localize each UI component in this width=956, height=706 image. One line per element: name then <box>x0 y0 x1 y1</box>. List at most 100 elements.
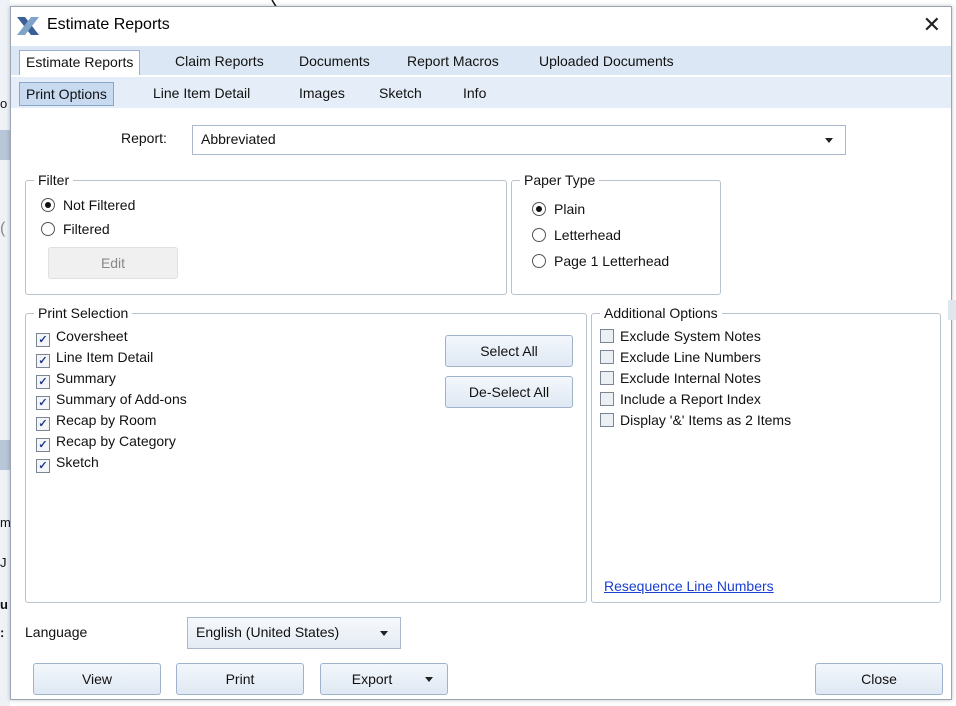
checkbox-label: Summary <box>56 370 116 386</box>
checkbox-checked-icon: ✓ <box>36 396 50 410</box>
tab-uploaded-documents[interactable]: Uploaded Documents <box>533 50 680 72</box>
checkbox-exclude-system-notes[interactable]: Exclude System Notes <box>600 326 761 346</box>
export-label: Export <box>351 671 393 687</box>
xactimate-logo-icon <box>17 17 39 35</box>
radio-label: Filtered <box>63 221 110 237</box>
window-title: Estimate Reports <box>47 16 170 33</box>
background-text: : <box>0 625 5 640</box>
checkbox-label: Exclude Internal Notes <box>620 370 761 386</box>
select-all-button[interactable]: Select All <box>445 335 573 367</box>
tab-images[interactable]: Images <box>293 82 351 104</box>
radio-selected-icon <box>41 198 55 212</box>
checkbox-label: Recap by Category <box>56 433 176 449</box>
radio-label: Plain <box>554 201 586 217</box>
tab-report-macros[interactable]: Report Macros <box>401 50 505 72</box>
close-window-icon[interactable]: ✕ <box>923 13 941 37</box>
radio-unselected-icon <box>532 254 546 268</box>
checkbox-label: Exclude Line Numbers <box>620 349 761 365</box>
checkbox-checked-icon: ✓ <box>36 354 50 368</box>
background-text: u <box>0 597 8 612</box>
title-bar: Estimate Reports ✕ <box>11 7 951 45</box>
checkbox-label: Coversheet <box>56 328 128 344</box>
checkbox-recap-by-category[interactable]: ✓ Recap by Category <box>36 431 176 452</box>
tab-documents[interactable]: Documents <box>293 50 376 72</box>
checkbox-display-ampersand-items[interactable]: Display '&' Items as 2 Items <box>600 410 791 430</box>
checkbox-summary-of-addons[interactable]: ✓ Summary of Add-ons <box>36 389 187 410</box>
radio-letterhead[interactable]: Letterhead <box>532 225 621 245</box>
checkbox-line-item-detail[interactable]: ✓ Line Item Detail <box>36 347 153 368</box>
checkbox-exclude-line-numbers[interactable]: Exclude Line Numbers <box>600 347 761 367</box>
tab-claim-reports[interactable]: Claim Reports <box>169 50 270 72</box>
radio-filtered[interactable]: Filtered <box>41 219 110 239</box>
checkbox-label: Summary of Add-ons <box>56 391 187 407</box>
tab-print-options[interactable]: Print Options <box>19 82 114 106</box>
checkbox-checked-icon: ✓ <box>36 375 50 389</box>
background-text: J <box>0 555 7 570</box>
report-dropdown-value: Abbreviated <box>201 131 276 147</box>
background-text: o <box>0 96 8 111</box>
checkbox-coversheet[interactable]: ✓ Coversheet <box>36 326 128 347</box>
print-selection-legend: Print Selection <box>34 305 133 321</box>
primary-tab-bar: Estimate Reports Claim Reports Documents… <box>11 46 951 75</box>
paper-type-legend: Paper Type <box>520 172 600 188</box>
language-label: Language <box>25 624 88 640</box>
export-button[interactable]: Export <box>320 663 448 695</box>
tab-estimate-reports[interactable]: Estimate Reports <box>19 50 141 75</box>
radio-unselected-icon <box>41 222 55 236</box>
checkbox-sketch[interactable]: ✓ Sketch <box>36 452 99 473</box>
tab-info[interactable]: Info <box>457 82 492 104</box>
checkbox-checked-icon: ✓ <box>36 459 50 473</box>
checkbox-recap-by-room[interactable]: ✓ Recap by Room <box>36 410 157 431</box>
radio-not-filtered[interactable]: Not Filtered <box>41 195 135 215</box>
background-window-edge <box>948 300 956 320</box>
checkbox-checked-icon: ✓ <box>36 417 50 431</box>
language-dropdown-value: English (United States) <box>196 624 340 640</box>
background-bar <box>0 440 10 470</box>
report-dropdown[interactable]: Abbreviated <box>192 125 846 155</box>
chevron-down-icon <box>380 631 388 636</box>
filter-group: Filter Not Filtered Filtered Edit <box>25 172 507 295</box>
checkbox-checked-icon: ✓ <box>36 438 50 452</box>
radio-label: Page 1 Letterhead <box>554 253 670 269</box>
checkbox-label: Display '&' Items as 2 Items <box>620 412 792 428</box>
additional-options-group: Additional Options Exclude System Notes … <box>591 305 941 603</box>
deselect-all-button[interactable]: De-Select All <box>445 376 573 408</box>
radio-unselected-icon <box>532 228 546 242</box>
edit-filter-button[interactable]: Edit <box>48 247 178 279</box>
radio-selected-icon <box>532 202 546 216</box>
radio-label: Not Filtered <box>63 197 136 213</box>
checkbox-exclude-internal-notes[interactable]: Exclude Internal Notes <box>600 368 761 388</box>
filter-legend: Filter <box>34 172 74 188</box>
checkbox-unchecked-icon <box>600 350 614 364</box>
radio-plain[interactable]: Plain <box>532 199 585 219</box>
checkbox-include-report-index[interactable]: Include a Report Index <box>600 389 761 409</box>
checkbox-unchecked-icon <box>600 413 614 427</box>
secondary-tab-bar: Print Options Line Item Detail Images Sk… <box>11 77 951 108</box>
checkbox-unchecked-icon <box>600 371 614 385</box>
checkbox-unchecked-icon <box>600 329 614 343</box>
print-selection-group: Print Selection ✓ Coversheet ✓ Line Item D… <box>25 305 587 603</box>
checkbox-checked-icon: ✓ <box>36 333 50 347</box>
background-text: ( <box>0 220 6 237</box>
checkbox-label: Sketch <box>56 454 99 470</box>
chevron-down-icon <box>825 138 833 143</box>
view-button[interactable]: View <box>33 663 161 695</box>
additional-options-legend: Additional Options <box>600 305 722 321</box>
language-dropdown[interactable]: English (United States) <box>187 617 401 649</box>
estimate-reports-dialog: Estimate Reports ✕ Estimate Reports Clai… <box>10 6 952 700</box>
close-button[interactable]: Close <box>815 663 943 695</box>
tab-line-item-detail[interactable]: Line Item Detail <box>147 82 256 104</box>
resequence-line-numbers-link[interactable]: Resequence Line Numbers <box>604 578 774 594</box>
checkbox-label: Exclude System Notes <box>620 328 761 344</box>
chevron-down-icon <box>425 677 433 682</box>
checkbox-unchecked-icon <box>600 392 614 406</box>
paper-type-group: Paper Type Plain Letterhead Page 1 Lette… <box>511 172 721 295</box>
checkbox-summary[interactable]: ✓ Summary <box>36 368 116 389</box>
print-button[interactable]: Print <box>176 663 304 695</box>
checkbox-label: Recap by Room <box>56 412 157 428</box>
background-bar <box>0 130 10 160</box>
radio-page1-letterhead[interactable]: Page 1 Letterhead <box>532 251 669 271</box>
report-label: Report: <box>121 130 167 146</box>
tab-sketch[interactable]: Sketch <box>373 82 428 104</box>
radio-label: Letterhead <box>554 227 621 243</box>
